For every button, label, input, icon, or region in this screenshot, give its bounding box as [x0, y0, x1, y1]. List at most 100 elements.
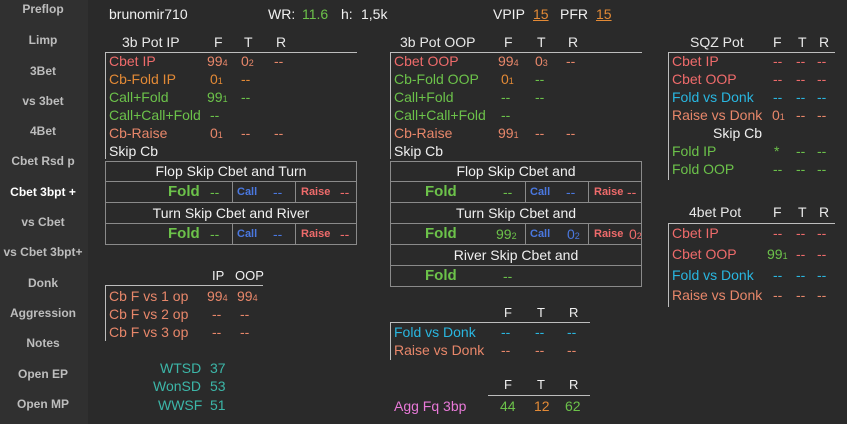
ip-flop-skip-title: Flop Skip Cbet and Turn	[155, 163, 307, 179]
fourbet-row-label: Cbet OOP	[672, 246, 737, 262]
fourbet-row-f: --	[773, 267, 783, 283]
oop-flop-raise-label: Raise	[594, 186, 624, 198]
sqz-skip-row-label: Fold OOP	[672, 161, 735, 177]
sqz-row-t: --	[796, 89, 806, 105]
ip-flop-fold-label: Fold	[168, 183, 200, 200]
cbf-row-ip: 994	[207, 288, 228, 304]
sidebar-item-donk[interactable]: Donk	[0, 273, 86, 303]
ip-row-label: Cbet IP	[109, 53, 156, 69]
oop-flop-raise-cell: Raise --	[588, 181, 642, 203]
sidebar-item-cbet-3bpt[interactable]: Cbet 3bpt +	[0, 182, 86, 212]
sidebar-item-vs-3bet[interactable]: vs 3bet	[0, 91, 86, 121]
oop-flop-call-val: --	[566, 184, 576, 200]
agg-col-r: R	[569, 377, 579, 392]
ip-row-label: Call+Call+Fold	[109, 107, 201, 123]
oop-row-f: 01	[501, 71, 514, 87]
ip-row-t: --	[241, 71, 251, 87]
oop-title: 3b Pot OOP	[400, 34, 476, 50]
donk-header-rule	[390, 322, 590, 323]
sqz-col-f: F	[773, 34, 782, 50]
fourbet-row-t: --	[796, 267, 806, 283]
pfr-label: PFR	[560, 6, 588, 22]
ip-flop-raise-label: Raise	[301, 186, 331, 198]
fourbet-row-f: 991	[767, 246, 788, 262]
oop-river-fold-val: --	[503, 268, 513, 284]
fourbet-row-f: --	[773, 287, 783, 303]
oop-flop-raise-val: --	[627, 184, 637, 200]
main-panel: brunomir710 WR: 11.6 h: 1,5k VPIP 15 PFR…	[88, 0, 847, 424]
cbf-col-ip: IP	[212, 268, 225, 283]
sqz-row-label: Cbet OOP	[672, 71, 737, 87]
wwsf-label: WWSF	[158, 397, 203, 413]
vpip-value: 15	[533, 6, 549, 22]
sqz-row-t: --	[796, 71, 806, 87]
sqz-row-r: --	[817, 107, 827, 123]
sidebar-item-vs-cbet[interactable]: vs Cbet	[0, 212, 86, 242]
sidebar-item-preflop[interactable]: Preflop	[0, 0, 86, 29]
ip-col-t: T	[244, 34, 253, 50]
donk-row-t: --	[535, 342, 545, 358]
donk-row-label: Raise vs Donk	[394, 342, 485, 358]
ip-turn-skip-title: Turn Skip Cbet and River	[152, 205, 310, 221]
fourbet-title: 4bet Pot	[689, 204, 742, 220]
agg-col-f: F	[504, 377, 512, 392]
sidebar-item-3bet[interactable]: 3Bet	[0, 61, 86, 91]
ip-row-f: 991	[207, 89, 228, 105]
oop-skip-cb-label: Skip Cb	[394, 143, 444, 159]
ip-turn-skip-title-box: Turn Skip Cbet and River	[105, 202, 357, 224]
oop-left-rule	[390, 52, 391, 159]
oop-row-label: Cb-Fold OOP	[394, 71, 479, 87]
oop-flop-fold-val: --	[503, 184, 513, 200]
ip-turn-fold-cell: Fold --	[105, 223, 233, 245]
sqz-row-f: --	[773, 89, 783, 105]
sidebar-item-vs-cbet-3bpt[interactable]: vs Cbet 3bpt+	[0, 242, 86, 272]
oop-flop-skip-title-box: Flop Skip Cbet and	[390, 161, 642, 182]
ip-flop-raise-val: --	[340, 184, 350, 200]
oop-row-f: 994	[498, 53, 519, 69]
sidebar-item-limp[interactable]: Limp	[0, 30, 86, 60]
sqz-col-t: T	[798, 34, 807, 50]
oop-turn-fold-label: Fold	[425, 225, 457, 242]
sidebar-item-open-mp[interactable]: Open MP	[0, 394, 86, 424]
oop-row-r: --	[566, 125, 576, 141]
ip-row-f: 994	[207, 53, 228, 69]
oop-row-t: --	[535, 71, 545, 87]
ip-row-f: --	[210, 107, 220, 123]
oop-row-label: Call+Fold	[394, 89, 454, 105]
cbf-col-oop: OOP	[235, 268, 264, 283]
sidebar-item-cbet-rsd-p[interactable]: Cbet Rsd p	[0, 151, 86, 181]
sqz-row-t: --	[796, 107, 806, 123]
cbf-row-label: Cb F vs 1 op	[109, 288, 189, 304]
ip-flop-fold-val: --	[210, 184, 220, 200]
ip-col-f: F	[214, 34, 223, 50]
oop-flop-fold-label: Fold	[425, 183, 457, 200]
donk-col-f: F	[504, 305, 512, 320]
cbf-header-rule	[105, 285, 263, 286]
ip-turn-call-label: Call	[237, 228, 258, 240]
donk-row-t: --	[535, 324, 545, 340]
sidebar-item-4bet[interactable]: 4Bet	[0, 121, 86, 151]
oop-col-f: F	[504, 34, 513, 50]
ip-row-label: Cb-Fold IP	[109, 71, 176, 87]
hands-value: 1,5k	[361, 6, 388, 22]
cbf-row-ip: --	[212, 306, 222, 322]
sidebar-item-open-ep[interactable]: Open EP	[0, 364, 86, 394]
ip-col-r: R	[276, 34, 287, 50]
ip-row-label: Cb-Raise	[109, 125, 168, 141]
oop-river-skip-title: River Skip Cbet and	[453, 247, 579, 263]
sidebar-item-aggression[interactable]: Aggression	[0, 303, 86, 333]
sqz-skip-cb-label: Skip Cb	[713, 125, 763, 141]
sqz-row-r: --	[817, 53, 827, 69]
wr-label: WR:	[268, 6, 296, 22]
ip-turn-raise-label: Raise	[301, 228, 331, 240]
oop-flop-fold-cell: Fold --	[390, 181, 526, 203]
fourbet-row-label: Fold vs Donk	[672, 267, 754, 283]
hands-label: h:	[341, 6, 353, 22]
agg-header-rule	[488, 395, 590, 396]
ip-turn-call-val: --	[273, 226, 283, 242]
oop-row-f: --	[501, 107, 511, 123]
oop-river-skip-title-box: River Skip Cbet and	[390, 244, 642, 266]
sidebar-item-notes[interactable]: Notes	[0, 333, 86, 363]
sqz-row-label: Fold vs Donk	[672, 89, 754, 105]
oop-row-label: Call+Call+Fold	[394, 107, 486, 123]
